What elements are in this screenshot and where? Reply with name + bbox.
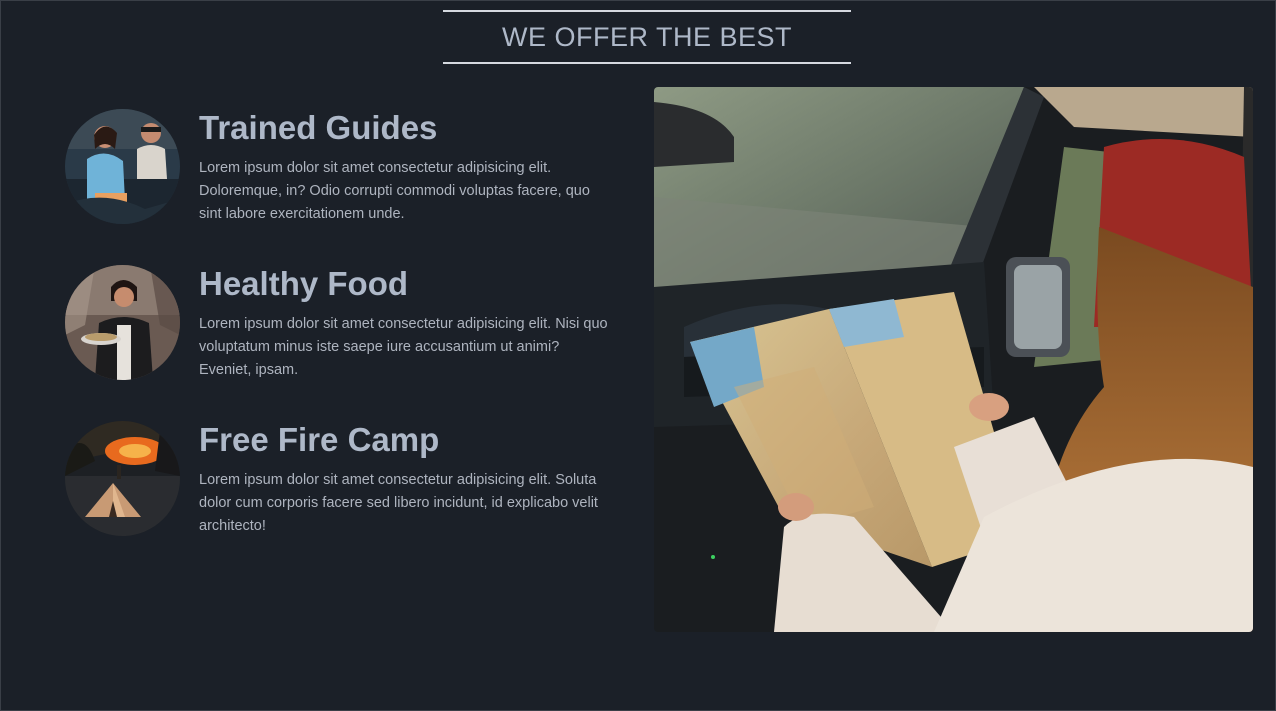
fire-camp-photo bbox=[65, 421, 180, 536]
section-heading-frame: WE OFFER THE BEST bbox=[443, 10, 851, 64]
feature-description: Lorem ipsum dolor sit amet consectetur a… bbox=[199, 472, 598, 534]
feature-title: Free Fire Camp bbox=[199, 421, 440, 458]
trained-guides-photo bbox=[65, 109, 180, 224]
section-heading: WE OFFER THE BEST bbox=[501, 21, 793, 52]
feature-title: Trained Guides bbox=[199, 109, 438, 146]
feature-item-trained-guides: Trained Guides Lorem ipsum dolor sit ame… bbox=[65, 107, 625, 263]
feature-description: Lorem ipsum dolor sit amet consectetur a… bbox=[199, 316, 608, 378]
healthy-food-photo bbox=[65, 265, 180, 380]
feature-title: Healthy Food bbox=[199, 265, 409, 302]
hero-photo-map-reading bbox=[654, 87, 1253, 632]
feature-item-healthy-food: Healthy Food Lorem ipsum dolor sit amet … bbox=[65, 263, 625, 419]
feature-list: Trained Guides Lorem ipsum dolor sit ame… bbox=[65, 107, 625, 575]
feature-description: Lorem ipsum dolor sit amet consectetur a… bbox=[199, 160, 590, 222]
feature-item-free-fire-camp: Free Fire Camp Lorem ipsum dolor sit ame… bbox=[65, 419, 625, 575]
offer-section: WE OFFER THE BEST Trained Guides Lorem i… bbox=[0, 0, 1276, 711]
